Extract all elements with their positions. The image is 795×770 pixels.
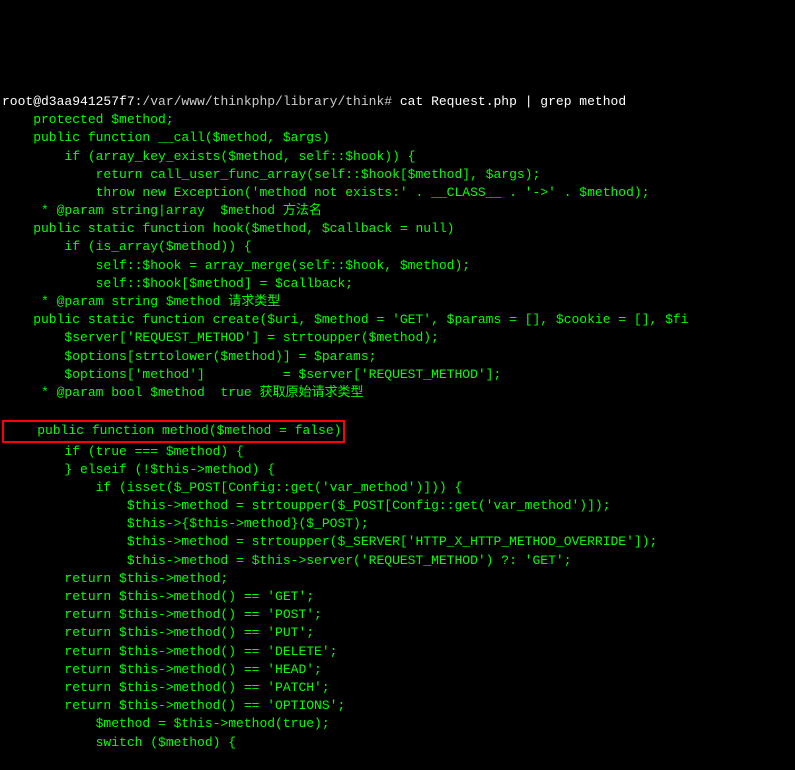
code-line: return $this->method() == 'DELETE';: [2, 643, 795, 661]
code-line: return $this->method() == 'PUT';: [2, 624, 795, 642]
code-line: if (array_key_exists($method, self::$hoo…: [2, 148, 795, 166]
code-line: return $this->method() == 'HEAD';: [2, 661, 795, 679]
code-line: $this->method = strtoupper($_POST[Config…: [2, 497, 795, 515]
code-line: $this->{$this->method}($_POST);: [2, 515, 795, 533]
prompt-user-host: root@d3aa941257f7: [2, 94, 135, 109]
code-line: return $this->method;: [2, 570, 795, 588]
code-line: $this->method = strtoupper($_SERVER['HTT…: [2, 533, 795, 551]
code-line: return $this->method() == 'GET';: [2, 588, 795, 606]
code-line: $this->method = $this->server('REQUEST_M…: [2, 552, 795, 570]
code-line: $method = $this->method(true);: [2, 715, 795, 733]
output-lines-after: if (true === $method) { } elseif (!$this…: [2, 443, 795, 752]
code-line: if (isset($_POST[Config::get('var_method…: [2, 479, 795, 497]
code-line: self::$hook[$method] = $callback;: [2, 275, 795, 293]
code-line: * @param bool $method true 获取原始请求类型: [2, 384, 795, 402]
code-line: if (true === $method) {: [2, 443, 795, 461]
code-line: throw new Exception('method not exists:'…: [2, 184, 795, 202]
code-line: if (is_array($method)) {: [2, 238, 795, 256]
highlighted-code: public function method($method = false): [6, 423, 341, 438]
code-line: return $this->method() == 'POST';: [2, 606, 795, 624]
code-line: * @param string|array $method 方法名: [2, 202, 795, 220]
code-line: public static function hook($method, $ca…: [2, 220, 795, 238]
code-line: public function __call($method, $args): [2, 129, 795, 147]
code-line: self::$hook = array_merge(self::$hook, $…: [2, 257, 795, 275]
code-line: public static function create($uri, $met…: [2, 311, 795, 329]
output-lines-before: protected $method; public function __cal…: [2, 111, 795, 402]
prompt-path: :/var/www/thinkphp/library/think#: [135, 94, 392, 109]
code-line: $server['REQUEST_METHOD'] = strtoupper($…: [2, 329, 795, 347]
code-line: protected $method;: [2, 111, 795, 129]
code-line: return $this->method() == 'PATCH';: [2, 679, 795, 697]
code-line: return $this->method() == 'OPTIONS';: [2, 697, 795, 715]
code-line: $options[strtolower($method)] = $params;: [2, 348, 795, 366]
code-line: switch ($method) {: [2, 734, 795, 752]
terminal-window[interactable]: root@d3aa941257f7:/var/www/thinkphp/libr…: [2, 75, 795, 676]
code-line: $options['method'] = $server['REQUEST_ME…: [2, 366, 795, 384]
code-line: * @param string $method 请求类型: [2, 293, 795, 311]
code-line: return call_user_func_array(self::$hook[…: [2, 166, 795, 184]
shell-command: cat Request.php | grep method: [392, 94, 626, 109]
highlighted-line: public function method($method = false): [2, 420, 345, 442]
shell-prompt: root@d3aa941257f7:/var/www/thinkphp/libr…: [2, 94, 626, 109]
code-line: } elseif (!$this->method) {: [2, 461, 795, 479]
